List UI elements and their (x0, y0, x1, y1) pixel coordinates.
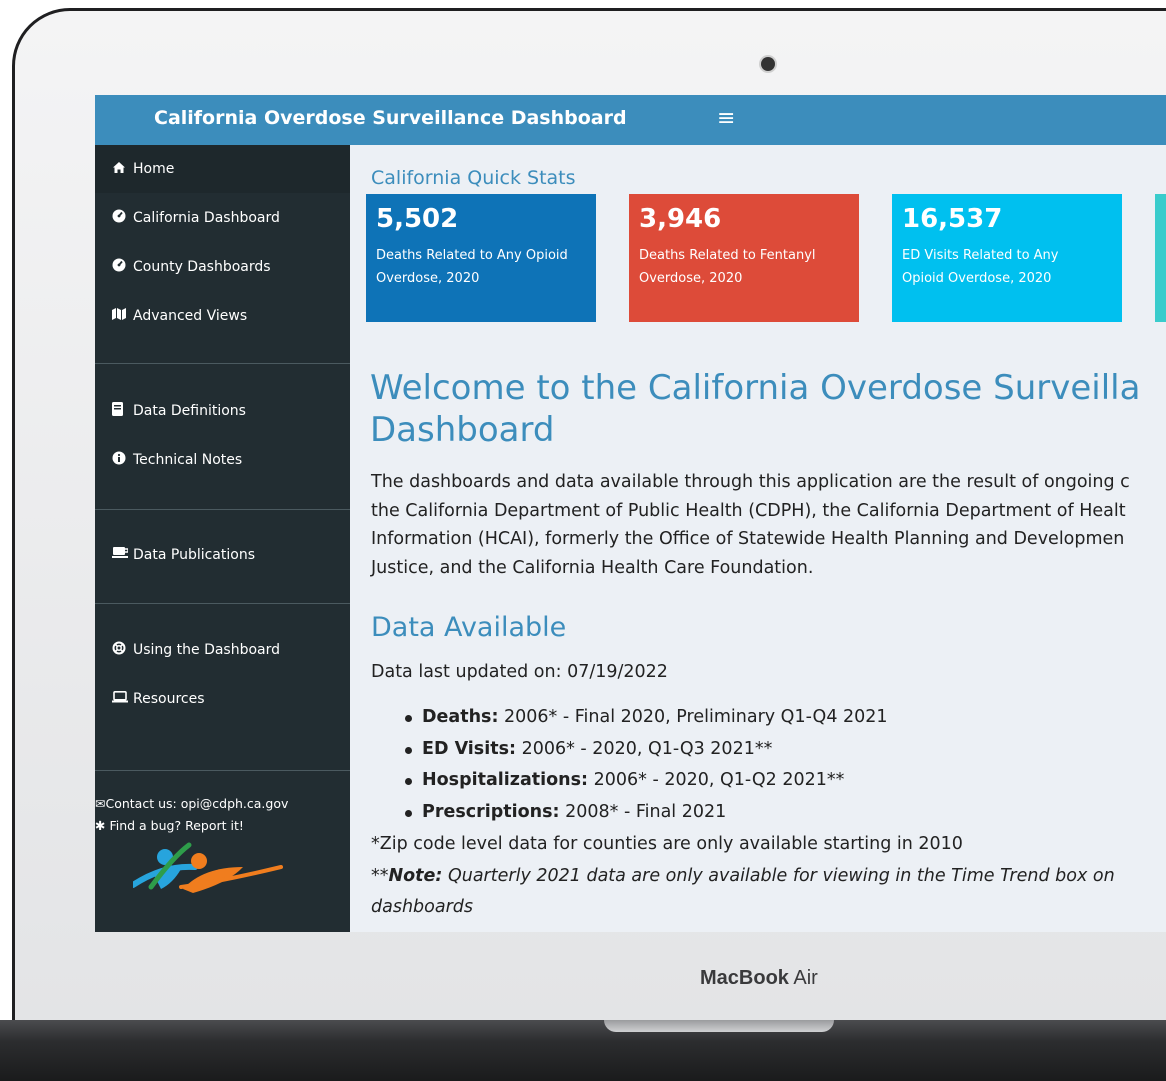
stat-value: 3,946 (639, 204, 722, 234)
device-label: MacBook Air (700, 967, 818, 989)
sidebar-item-label: California Dashboard (133, 210, 280, 226)
quick-stats-title: California Quick Stats (371, 167, 576, 189)
hamburger-icon[interactable]: ≡ (717, 106, 735, 131)
bug-icon: ✱ (95, 818, 106, 833)
sidebar-item-data-publications[interactable]: Data Publications (95, 531, 350, 579)
laptop-hinge-notch (604, 1020, 834, 1032)
sidebar-divider (95, 770, 350, 771)
list-item: Hospitalizations: 2006* - 2020, Q1-Q2 20… (405, 765, 888, 797)
webcam (761, 57, 775, 71)
last-updated-text: Data last updated on: 07/19/2022 (371, 662, 668, 682)
app-title[interactable]: California Overdose Surveillance Dashboa… (154, 107, 627, 129)
sidebar-item-advanced-views[interactable]: Advanced Views (95, 292, 350, 340)
intro-paragraph: The dashboards and data available throug… (371, 472, 1130, 578)
sidebar-item-label: County Dashboards (133, 259, 271, 275)
sidebar-item-label: Data Publications (133, 547, 256, 563)
home-icon (112, 161, 133, 178)
laptop-screen: California Overdose Surveillance Dashboa… (95, 95, 1166, 932)
book-icon (112, 402, 133, 420)
envelope-icon: ✉ (95, 796, 106, 811)
report-bug-link[interactable]: ✱ Find a bug? Report it! (95, 815, 288, 837)
welcome-heading: Welcome to the California Overdose Surve… (370, 368, 1141, 450)
sidebar-item-label: Data Definitions (133, 403, 246, 419)
sidebar-divider (95, 603, 350, 604)
info-icon (112, 451, 133, 469)
dashboard-icon (112, 258, 133, 276)
stat-value: 16,537 (902, 204, 1003, 234)
sidebar-item-label: Using the Dashboard (133, 642, 281, 658)
sidebar-item-county-dashboards[interactable]: County Dashboards (95, 243, 350, 291)
stat-box-fentanyl-deaths: 3,946 Deaths Related to Fentanyl Overdos… (629, 194, 859, 322)
desk-icon (112, 547, 133, 563)
contact-block: ✉Contact us: opi@cdph.ca.gov ✱ Find a bu… (95, 793, 288, 837)
sidebar-item-data-definitions[interactable]: Data Definitions (95, 387, 350, 435)
list-item: Deaths: 2006* - Final 2020, Preliminary … (405, 702, 888, 734)
list-item: ED Visits: 2006* - 2020, Q1-Q3 2021** (405, 734, 888, 766)
life-ring-icon (112, 641, 133, 659)
quarterly-note: **Note: Quarterly 2021 data are only ava… (371, 865, 1115, 886)
laptop-base (0, 1020, 1166, 1081)
stat-value: 5,502 (376, 204, 459, 234)
stat-label: Deaths Related to Any Opioid Overdose, 2… (376, 248, 568, 286)
contact-link[interactable]: ✉Contact us: opi@cdph.ca.gov (95, 793, 288, 815)
sidebar-item-california-dashboard[interactable]: California Dashboard (95, 194, 350, 242)
sidebar: Home California Dashboard County Dashboa… (95, 145, 350, 932)
laptop-icon (112, 691, 133, 707)
sidebar-item-using-dashboard[interactable]: Using the Dashboard (95, 626, 350, 674)
data-list: Deaths: 2006* - Final 2020, Preliminary … (405, 702, 888, 828)
footnotes: *Zip code level data for counties are on… (371, 829, 1115, 924)
sidebar-item-label: Advanced Views (133, 308, 248, 324)
main-content: California Quick Stats 5,502 Deaths Rela… (350, 145, 1166, 932)
top-navbar: California Overdose Surveillance Dashboa… (95, 95, 1166, 145)
stat-box-ed-visits: 16,537 ED Visits Related to Any Opioid O… (892, 194, 1122, 322)
stat-label: Deaths Related to Fentanyl Overdose, 202… (639, 248, 816, 286)
zip-note: *Zip code level data for counties are on… (371, 834, 963, 854)
data-available-heading: Data Available (371, 612, 567, 643)
sidebar-divider (95, 509, 350, 510)
cdph-logo (130, 837, 283, 901)
sidebar-item-technical-notes[interactable]: Technical Notes (95, 436, 350, 484)
sidebar-item-resources[interactable]: Resources (95, 675, 350, 723)
sidebar-item-label: Technical Notes (133, 452, 243, 468)
stat-label: ED Visits Related to Any Opioid Overdose… (902, 248, 1059, 286)
sidebar-item-label: Resources (133, 691, 205, 707)
map-icon (112, 308, 133, 324)
quarterly-note-cont: dashboards (371, 897, 474, 917)
sidebar-item-label: Home (133, 161, 175, 177)
stat-box-partial (1155, 194, 1166, 322)
dashboard-icon (112, 209, 133, 227)
list-item: Prescriptions: 2008* - Final 2021 (405, 797, 888, 829)
sidebar-divider (95, 363, 350, 364)
stat-box-opioid-deaths: 5,502 Deaths Related to Any Opioid Overd… (366, 194, 596, 322)
sidebar-item-home[interactable]: Home (95, 145, 350, 193)
